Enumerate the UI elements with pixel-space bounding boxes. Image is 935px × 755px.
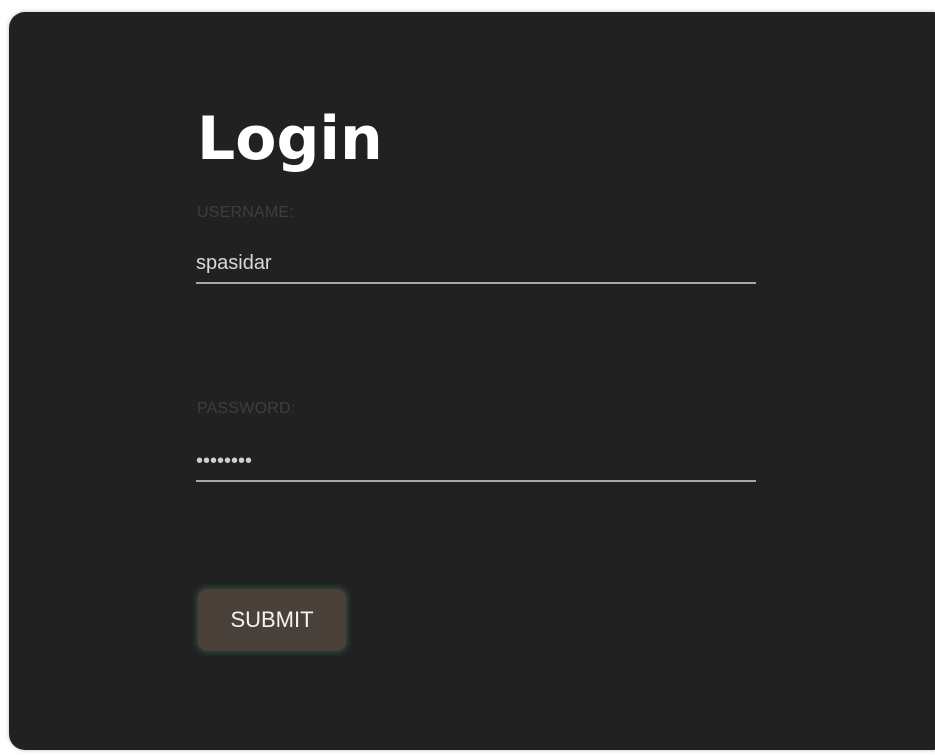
username-label: USERNAME: [197,204,294,221]
password-input[interactable] [196,442,756,482]
login-title: Login [197,104,383,174]
username-input[interactable] [196,244,756,284]
submit-button[interactable]: SUBMIT [198,589,346,651]
password-label: PASSWORD: [197,400,296,417]
login-card: Login USERNAME: PASSWORD: SUBMIT [9,12,935,750]
